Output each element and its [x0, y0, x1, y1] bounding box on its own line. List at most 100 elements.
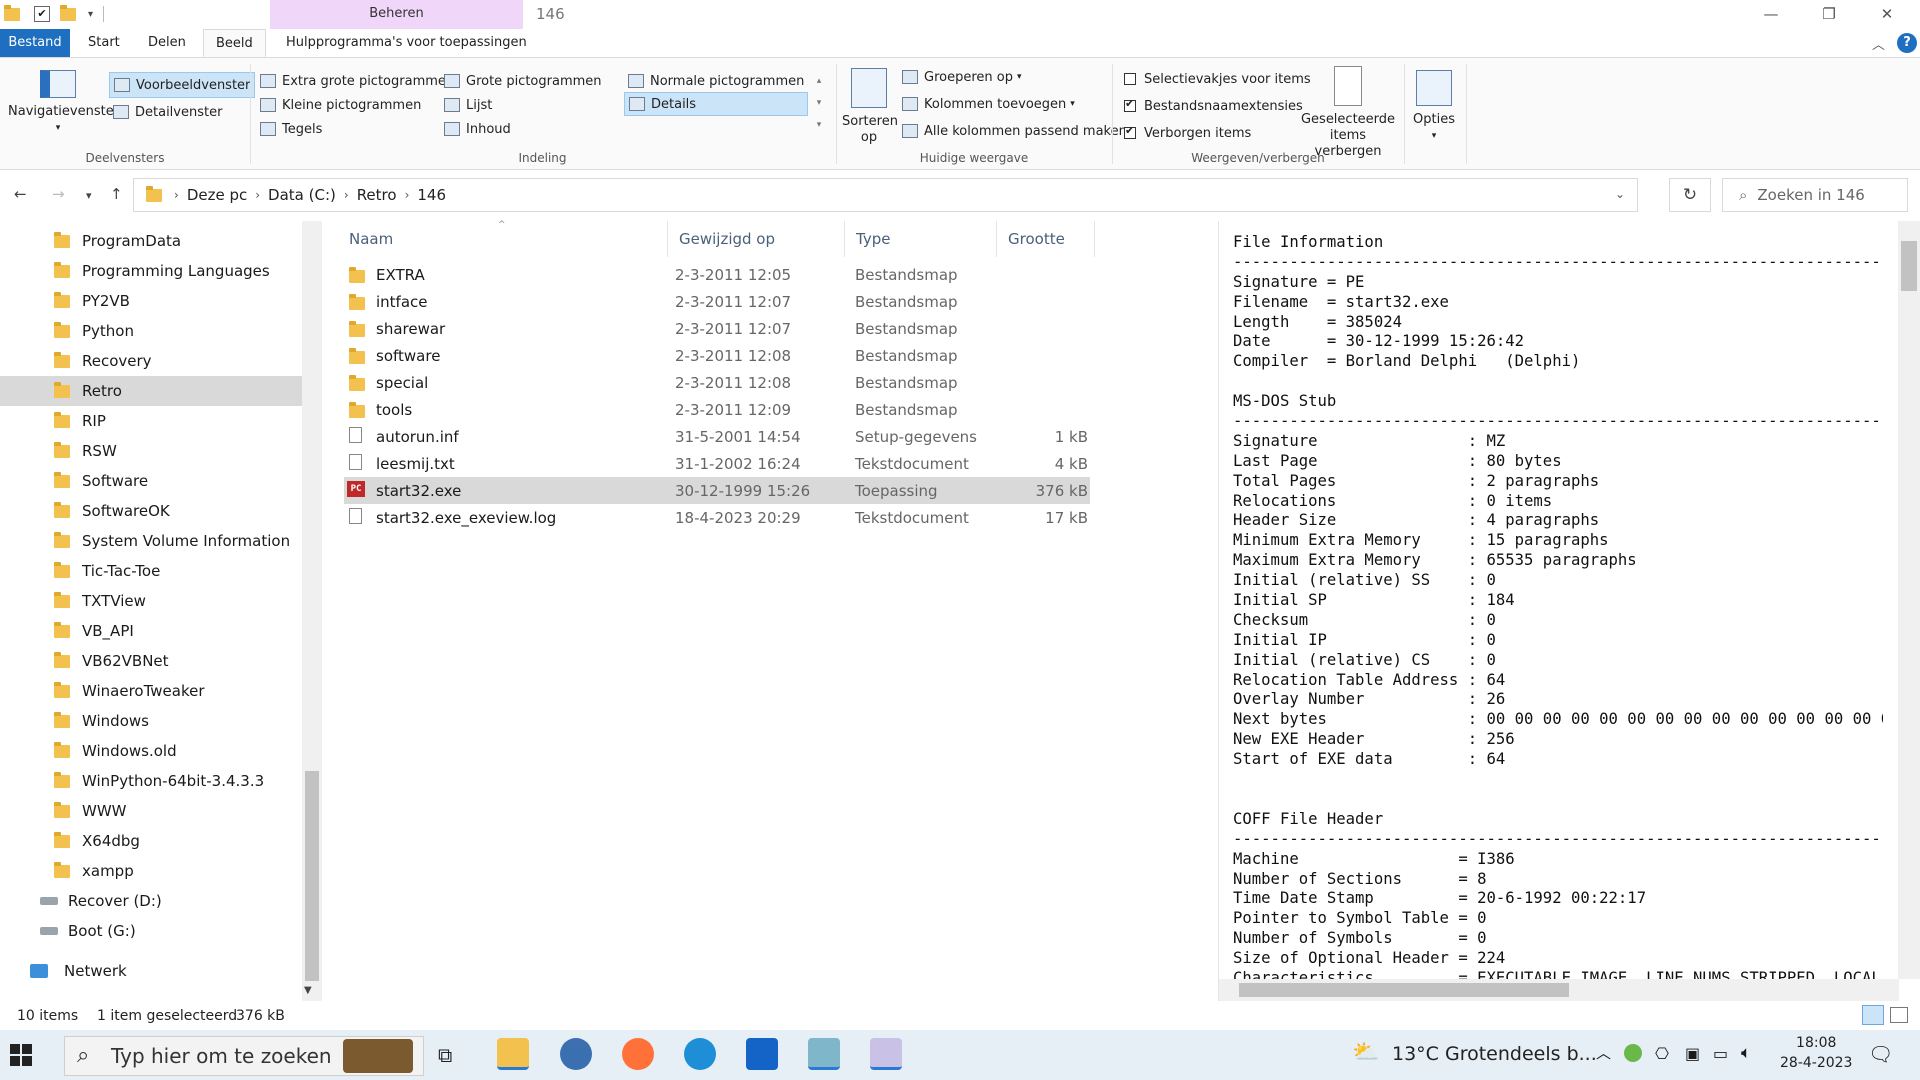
nav-tree-item[interactable]: WinPython-64bit-3.4.3.3: [0, 766, 302, 796]
nav-tree-item[interactable]: SoftwareOK: [0, 496, 302, 526]
details-pane-button[interactable]: Detailvenster: [113, 99, 222, 125]
nav-tree-item[interactable]: RIP: [0, 406, 302, 436]
forward-arrow-icon[interactable]: →: [52, 185, 65, 203]
search-input[interactable]: ⌕ Zoeken in 146: [1722, 178, 1908, 212]
taskbar-search-input[interactable]: ⌕ Typ hier om te zoeken: [64, 1036, 424, 1076]
chevron-right-icon[interactable]: ›: [255, 188, 260, 202]
layout-small-icons[interactable]: Kleine pictogrammen: [260, 94, 421, 116]
nav-tree-item[interactable]: Retro: [0, 376, 302, 406]
layout-details[interactable]: Details: [624, 92, 808, 116]
chevron-right-icon[interactable]: ›: [174, 188, 179, 202]
layout-medium-icons[interactable]: Normale pictogrammen: [628, 70, 804, 92]
weather-widget[interactable]: 13°C Grotendeels b...: [1392, 1043, 1597, 1065]
checkbox[interactable]: [1124, 97, 1136, 112]
nav-tree-item[interactable]: Recovery: [0, 346, 302, 376]
network-icon[interactable]: ▭: [1713, 1044, 1728, 1063]
nav-tree-item[interactable]: Windows: [0, 706, 302, 736]
nav-tree-item[interactable]: System Volume Information: [0, 526, 302, 556]
breadcrumb-this-pc[interactable]: Deze pc: [187, 186, 247, 204]
nav-tree-item[interactable]: VB62VBNet: [0, 646, 302, 676]
breadcrumb-146[interactable]: 146: [417, 186, 446, 204]
layout-list[interactable]: Lijst: [444, 94, 492, 116]
file-row[interactable]: EXTRA 2-3-2011 12:05 Bestandsmap: [344, 261, 1090, 288]
nav-tree-item[interactable]: xampp: [0, 856, 302, 886]
recent-locations-chevron-icon[interactable]: ▾: [86, 189, 92, 202]
nav-tree-item[interactable]: RSW: [0, 436, 302, 466]
tab-app-tools[interactable]: Hulpprogramma's voor toepassingen: [274, 29, 539, 57]
file-row[interactable]: PC start32.exe 30-12-1999 15:26 Toepassing 3…: [344, 477, 1090, 504]
collapse-ribbon-icon[interactable]: ︿: [1872, 34, 1885, 53]
nav-tree-item[interactable]: ProgramData: [0, 226, 302, 256]
chevron-right-icon[interactable]: ›: [405, 188, 410, 202]
layout-content[interactable]: Inhoud: [444, 118, 511, 140]
column-header-modified[interactable]: Gewijzigd op: [668, 221, 845, 257]
nav-tree-item[interactable]: TXTView: [0, 586, 302, 616]
tab-file[interactable]: Bestand: [0, 29, 70, 57]
notifications-icon[interactable]: 🗨︎: [1868, 1042, 1893, 1066]
system-clock[interactable]: 18:08 28-4-2023: [1780, 1033, 1852, 1073]
task-view-icon[interactable]: ⧉: [438, 1043, 452, 1067]
nav-scrollbar-thumb[interactable]: [305, 771, 319, 981]
layout-extra-large-icons[interactable]: Extra grote pictogrammen: [260, 70, 454, 92]
windows-start-icon[interactable]: [10, 1044, 32, 1066]
nav-tree-item[interactable]: Windows.old: [0, 736, 302, 766]
column-header-type[interactable]: Type: [845, 221, 997, 257]
file-row[interactable]: intface 2-3-2011 12:07 Bestandsmap: [344, 288, 1090, 315]
edge-app-icon[interactable]: [684, 1038, 716, 1070]
navigation-pane-button[interactable]: Navigatievenster ▾: [8, 70, 119, 134]
weather-icon[interactable]: ⛅: [1352, 1040, 1379, 1065]
group-by-button[interactable]: Groeperen op ▾: [902, 66, 1022, 88]
navigation-pane[interactable]: ProgramData Programming Languages PY2VB Pyt…: [0, 221, 322, 1001]
tray-monitor-icon[interactable]: ▣: [1685, 1044, 1700, 1063]
tray-app-icon[interactable]: [1624, 1044, 1642, 1062]
properties-checkmark-icon[interactable]: ✔: [34, 6, 50, 22]
show-hidden-icons-chevron[interactable]: ︿: [1596, 1042, 1611, 1063]
file-row[interactable]: leesmij.txt 31-1-2002 16:24 Tekstdocument 4…: [344, 450, 1090, 477]
firefox-app-icon[interactable]: [622, 1038, 654, 1070]
thunderbird-app-icon[interactable]: [560, 1038, 592, 1070]
preview-vertical-scrollbar[interactable]: [1898, 221, 1920, 979]
address-dropdown-icon[interactable]: ⌄: [1615, 187, 1625, 201]
column-header-size[interactable]: Grootte: [997, 221, 1095, 257]
chevron-right-icon[interactable]: ›: [344, 188, 349, 202]
details-view-icon[interactable]: [1862, 1005, 1884, 1025]
tray-camera-icon[interactable]: ⎔: [1655, 1044, 1669, 1063]
tab-start[interactable]: Start: [76, 29, 132, 57]
file-row[interactable]: start32.exe_exeview.log 18-4-2023 20:29 Te…: [344, 504, 1090, 531]
file-extensions-toggle[interactable]: Bestandsnaamextensies: [1124, 95, 1303, 117]
file-row[interactable]: autorun.inf 31-5-2001 14:54 Setup-gegevens…: [344, 423, 1090, 450]
large-icons-view-icon[interactable]: [1890, 1007, 1908, 1023]
nav-tree-item[interactable]: Recover (D:): [0, 886, 302, 916]
layout-scroll-buttons[interactable]: ▴ ▾ ▾: [812, 70, 826, 138]
checkbox[interactable]: [1124, 124, 1136, 139]
nav-tree-item[interactable]: Tic-Tac-Toe: [0, 556, 302, 586]
options-button[interactable]: Opties ▾: [1408, 70, 1460, 142]
nav-tree-item[interactable]: X64dbg: [0, 826, 302, 856]
file-list[interactable]: Naam ^ Gewijzigd op Type Grootte EXTRA 2-3…: [338, 220, 1218, 1001]
hide-selected-items-button[interactable]: Geselecteerde items verbergen: [1296, 66, 1400, 160]
nav-tree-item[interactable]: PY2VB: [0, 286, 302, 316]
address-bar[interactable]: › Deze pc › Data (C:) › Retro › 146 ⌄: [133, 178, 1638, 212]
checkbox[interactable]: [1124, 73, 1136, 85]
mail-app-icon[interactable]: [746, 1038, 778, 1070]
nav-tree-item[interactable]: WWW: [0, 796, 302, 826]
nav-tree-item[interactable]: Software: [0, 466, 302, 496]
app-tray-icon[interactable]: [808, 1038, 840, 1070]
layout-tiles[interactable]: Tegels: [260, 118, 322, 140]
file-row[interactable]: special 2-3-2011 12:08 Bestandsmap: [344, 369, 1090, 396]
file-row[interactable]: sharewar 2-3-2011 12:07 Bestandsmap: [344, 315, 1090, 342]
preview-pane[interactable]: File Information ------------------------…: [1218, 221, 1920, 1001]
customize-qat-icon[interactable]: ▾: [88, 9, 93, 20]
close-button[interactable]: ✕: [1858, 0, 1916, 29]
back-arrow-icon[interactable]: ←: [14, 185, 27, 203]
breadcrumb-retro[interactable]: Retro: [357, 186, 397, 204]
nav-tree-item[interactable]: WinaeroTweaker: [0, 676, 302, 706]
nav-tree-item[interactable]: Programming Languages: [0, 256, 302, 286]
item-checkboxes-toggle[interactable]: Selectievakjes voor items: [1124, 68, 1311, 90]
file-explorer-app-icon[interactable]: [497, 1038, 529, 1070]
column-header-name[interactable]: Naam ^: [338, 220, 668, 257]
preview-pane-button[interactable]: Voorbeeldvenster: [109, 72, 256, 98]
volume-icon[interactable]: 🔈︎: [1741, 1043, 1751, 1063]
new-folder-icon[interactable]: [60, 4, 76, 21]
hidden-items-toggle[interactable]: Verborgen items: [1124, 122, 1251, 144]
